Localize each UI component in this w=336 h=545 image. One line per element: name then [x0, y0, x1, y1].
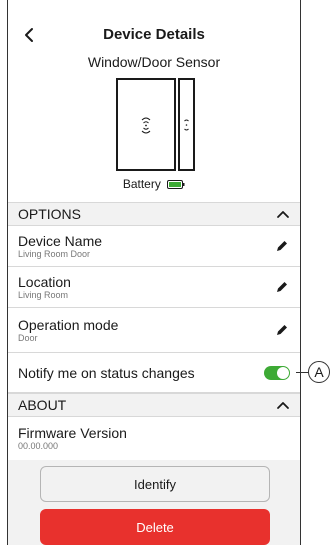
page-title: Device Details [103, 26, 205, 43]
location-texts: Location Living Room [18, 274, 274, 301]
device-details-screen: Device Details Window/Door Sensor Batter… [7, 0, 301, 545]
chevron-up-icon [277, 402, 289, 409]
battery-status: Battery [8, 177, 300, 191]
location-value: Living Room [18, 289, 69, 300]
delete-button[interactable]: Delete [40, 509, 270, 545]
notify-row: Notify me on status changes [8, 353, 300, 393]
about-section-label: ABOUT [18, 397, 67, 413]
edit-pencil-icon[interactable] [274, 279, 290, 295]
callout-marker: A [308, 361, 330, 383]
device-name-label: Device Name [18, 232, 103, 249]
header: Device Details [8, 0, 300, 50]
device-name-row[interactable]: Device Name Living Room Door [8, 226, 300, 267]
chevron-up-icon [277, 211, 289, 218]
location-row[interactable]: Location Living Room [8, 267, 300, 308]
notify-label: Notify me on status changes [18, 364, 195, 381]
callout-label: A [314, 364, 324, 380]
identify-button[interactable]: Identify [40, 466, 270, 502]
firmware-row: Firmware Version 00.00.000 [8, 417, 300, 460]
operation-mode-row[interactable]: Operation mode Door [8, 308, 300, 353]
about-section-header[interactable]: ABOUT [8, 393, 300, 417]
notify-toggle-switch[interactable] [264, 365, 290, 380]
notify-texts: Notify me on status changes [18, 365, 264, 381]
device-type: Window/Door Sensor [87, 54, 221, 70]
firmware-texts: Firmware Version 00.00.000 [18, 425, 290, 452]
options-section-header[interactable]: OPTIONS [8, 202, 300, 226]
operation-mode-value: Door [18, 332, 38, 343]
edit-pencil-icon[interactable] [274, 238, 290, 254]
operation-mode-label: Operation mode [18, 316, 119, 333]
firmware-label: Firmware Version [18, 425, 127, 441]
edit-pencil-icon[interactable] [274, 322, 290, 338]
location-label: Location [18, 273, 71, 290]
device-name-value: Living Room Door [18, 248, 91, 259]
toggle-knob [277, 366, 289, 379]
firmware-value: 00.00.000 [18, 441, 59, 451]
options-section-label: OPTIONS [18, 206, 82, 222]
device-name-texts: Device Name Living Room Door [18, 233, 274, 260]
battery-full-icon [167, 180, 185, 190]
operation-mode-texts: Operation mode Door [18, 317, 274, 344]
battery-label: Battery [122, 177, 161, 191]
